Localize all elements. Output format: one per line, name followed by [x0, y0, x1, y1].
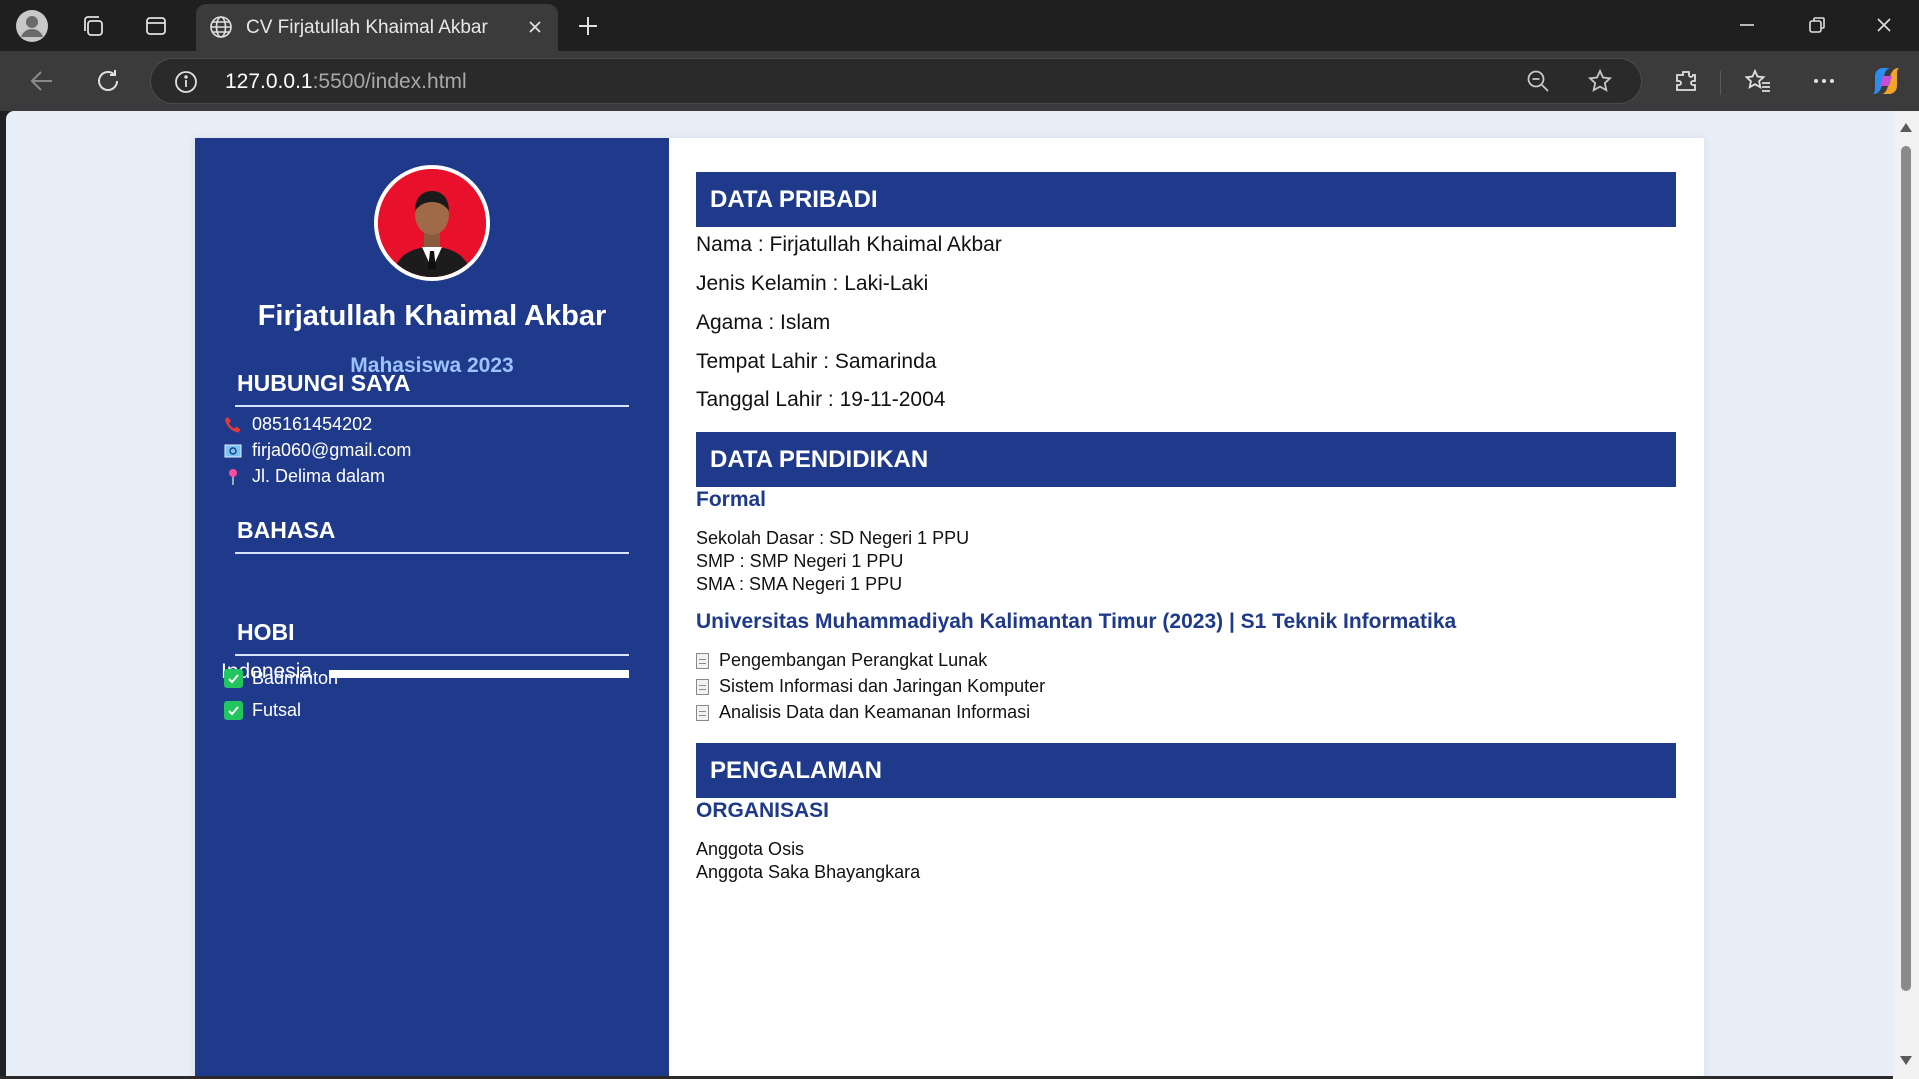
scroll-down-arrow-icon[interactable] — [1900, 1056, 1912, 1065]
language-level-bar — [329, 670, 629, 678]
experience-item: Anggota Saka Bhayangkara — [696, 862, 921, 882]
memo-icon — [696, 704, 709, 721]
contact-address: Jl. Delima dalam — [224, 466, 385, 487]
copilot-icon[interactable] — [1866, 61, 1906, 101]
memo-icon — [696, 652, 709, 669]
tab-title: CV Firjatullah Khaimal Akbar — [246, 17, 488, 38]
personal-line: Tanggal Lahir : 19-11-2004 — [696, 388, 946, 411]
tab-actions-icon[interactable] — [138, 8, 174, 44]
education-heading: DATA PENDIDIKAN — [696, 432, 1676, 487]
language-level-fill — [329, 670, 629, 678]
url-text: 127.0.0.1:5500/index.html — [225, 70, 467, 93]
zoom-icon[interactable] — [1525, 68, 1551, 99]
active-tab[interactable]: CV Firjatullah Khaimal Akbar — [196, 4, 558, 51]
globe-icon — [208, 14, 234, 45]
browser-toolbar: 127.0.0.1:5500/index.html — [0, 51, 1919, 111]
formal-line: SMP : SMP Negeri 1 PPU — [696, 551, 904, 571]
more-menu-icon[interactable] — [1804, 61, 1844, 101]
profile-photo — [374, 165, 490, 281]
email-icon — [224, 442, 242, 460]
close-window-button[interactable] — [1859, 4, 1909, 46]
workspaces-icon[interactable] — [75, 8, 111, 44]
hobby-heading: HOBI — [235, 619, 629, 656]
minimize-button[interactable] — [1722, 4, 1772, 46]
course-item: Analisis Data dan Keamanan Informasi — [696, 702, 1030, 723]
cv-main: DATA PRIBADI Nama : Firjatullah Khaimal … — [669, 138, 1704, 1076]
toolbar-separator — [1720, 71, 1721, 95]
scroll-up-arrow-icon[interactable] — [1900, 123, 1912, 132]
formal-line: SMA : SMA Negeri 1 PPU — [696, 574, 903, 594]
new-tab-button[interactable] — [570, 8, 606, 44]
back-icon[interactable] — [22, 61, 62, 101]
formal-line: Sekolah Dasar : SD Negeri 1 PPU — [696, 528, 970, 548]
site-info-icon[interactable] — [173, 69, 199, 100]
experience-item: Anggota Osis — [696, 839, 805, 859]
vertical-scrollbar[interactable] — [1893, 111, 1919, 1079]
profile-avatar-icon[interactable] — [14, 8, 50, 44]
scrollbar-thumb[interactable] — [1901, 146, 1911, 991]
memo-icon — [696, 678, 709, 695]
personal-line: Agama : Islam — [696, 311, 831, 334]
location-pin-icon — [224, 468, 242, 486]
personal-line: Nama : Firjatullah Khaimal Akbar — [696, 233, 1002, 256]
formal-title: Formal — [696, 488, 767, 511]
extensions-icon[interactable] — [1666, 61, 1706, 101]
cv-card: Firjatullah Khaimal Akbar Mahasiswa 2023… — [195, 138, 1704, 1076]
close-tab-icon[interactable] — [522, 14, 548, 45]
address-bar[interactable]: 127.0.0.1:5500/index.html — [150, 58, 1642, 104]
personal-heading: DATA PRIBADI — [696, 172, 1676, 227]
favorite-star-icon[interactable] — [1587, 68, 1613, 99]
page-viewport: Firjatullah Khaimal Akbar Mahasiswa 2023… — [6, 111, 1893, 1076]
language-heading: BAHASA — [235, 517, 629, 554]
checkmark-icon — [224, 701, 243, 720]
contact-phone: 085161454202 — [224, 414, 372, 435]
course-item: Pengembangan Perangkat Lunak — [696, 650, 987, 671]
contact-email: firja060@gmail.com — [224, 440, 411, 461]
organization-title: ORGANISASI — [696, 799, 830, 822]
restore-button[interactable] — [1792, 4, 1842, 46]
browser-tab-bar: CV Firjatullah Khaimal Akbar — [0, 0, 1919, 51]
experience-heading: PENGALAMAN — [696, 743, 1676, 798]
phone-icon — [224, 416, 242, 434]
contact-heading: HUBUNGI SAYA — [235, 370, 629, 407]
favorites-icon[interactable] — [1738, 61, 1778, 101]
personal-line: Jenis Kelamin : Laki-Laki — [696, 272, 929, 295]
checkmark-icon — [224, 669, 243, 688]
hobby-item: Futsal — [224, 700, 301, 721]
university-title: Universitas Muhammadiyah Kalimantan Timu… — [696, 610, 1457, 633]
cv-sidebar: Firjatullah Khaimal Akbar Mahasiswa 2023… — [195, 138, 669, 1076]
reload-icon[interactable] — [88, 61, 128, 101]
hobby-item: Badminton — [224, 668, 338, 689]
course-item: Sistem Informasi dan Jaringan Komputer — [696, 676, 1045, 697]
personal-line: Tempat Lahir : Samarinda — [696, 350, 937, 373]
profile-name: Firjatullah Khaimal Akbar — [257, 300, 607, 332]
